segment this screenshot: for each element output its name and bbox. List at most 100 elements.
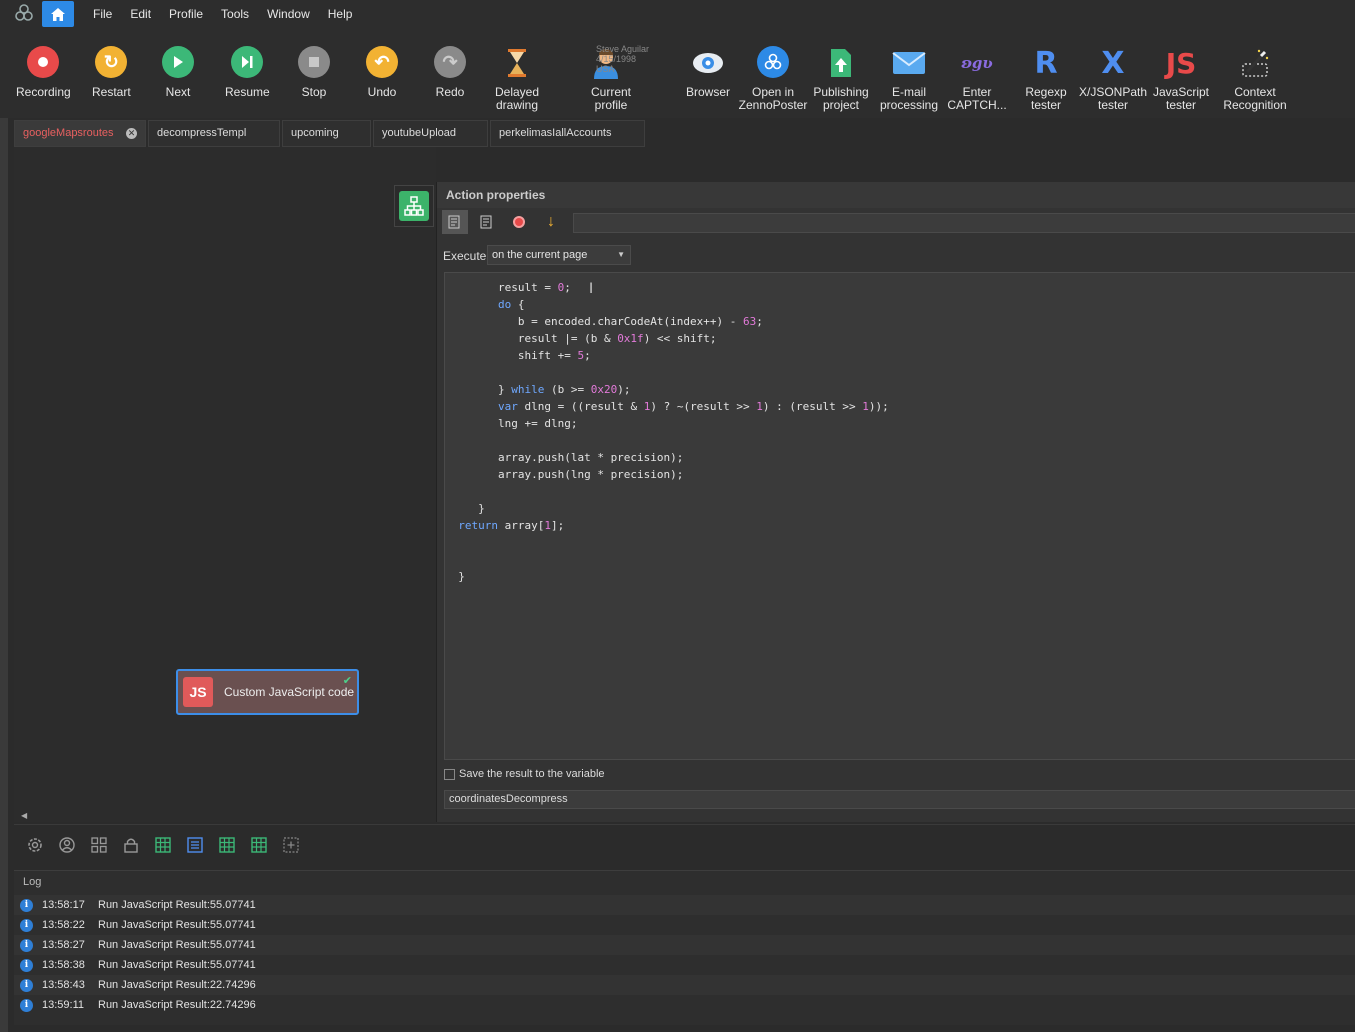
tab-label: googleMapsroutes (23, 127, 114, 139)
lock-icon[interactable] (121, 835, 141, 855)
chevron-down-icon: ▼ (617, 250, 625, 259)
save-checkbox[interactable] (444, 768, 455, 780)
profile-country: USA (596, 64, 615, 74)
log-time: 13:58:27 (42, 939, 85, 951)
restart-label: Restart (92, 85, 131, 99)
log-row[interactable]: i 13:58:27 Run JavaScript Result:55.0774… (14, 935, 1355, 955)
node-label: Custom JavaScript code (224, 684, 355, 699)
envelope-icon (891, 46, 927, 80)
eye-icon (690, 46, 726, 80)
settings-gear-icon[interactable] (25, 835, 45, 855)
tab-label: decompressTempl (157, 127, 247, 139)
log-time: 13:58:17 (42, 899, 85, 911)
email-processing-button[interactable]: E-mail processing (879, 46, 939, 112)
undo-button[interactable]: ↶ Undo (366, 46, 398, 99)
email-processing-label: E-mail processing (879, 85, 939, 112)
save-result-label: Save the result to the variable (459, 768, 605, 780)
enter-captcha-label: Enter CAPTCH... (947, 85, 1007, 112)
browser-button[interactable]: Browser (686, 46, 730, 99)
code-line: do { (497, 298, 525, 311)
close-icon[interactable]: ✕ (126, 128, 137, 139)
code-line: b = encoded.charCodeAt(index++) - 63; (445, 315, 763, 328)
add-frame-icon[interactable] (281, 835, 301, 855)
arrow-down-icon[interactable]: ↓ (538, 210, 564, 234)
home-button[interactable] (42, 1, 74, 27)
publishing-project-button[interactable]: Publishing project (813, 46, 869, 112)
resume-label: Resume (225, 85, 270, 99)
log-row[interactable]: i 13:58:38 Run JavaScript Result:55.0774… (14, 955, 1355, 975)
save-result-option[interactable]: Save the result to the variable (444, 768, 605, 780)
list-icon[interactable] (185, 835, 205, 855)
tab-decompresstempl[interactable]: decompressTempl (148, 120, 280, 147)
result-variable-field[interactable]: coordinatesDecompress (444, 790, 1355, 809)
properties-edit-icon[interactable] (474, 210, 500, 234)
resume-button[interactable]: Resume (225, 46, 270, 99)
grid-icon[interactable] (89, 835, 109, 855)
log-row[interactable]: i 13:59:11 Run JavaScript Result:22.7429… (14, 995, 1355, 1015)
regexp-tester-button[interactable]: R Regexp tester (1012, 46, 1080, 112)
custom-javascript-node[interactable]: JS Custom JavaScript code ✔ (176, 669, 359, 715)
log-row[interactable]: i 13:58:22 Run JavaScript Result:55.0774… (14, 915, 1355, 935)
action-tree-button[interactable] (394, 185, 434, 227)
panel-title: Action properties (437, 182, 1355, 208)
context-recognition-button[interactable]: Context Recognition (1223, 46, 1287, 112)
scroll-left-arrow[interactable]: ◀ (21, 811, 27, 820)
project-canvas[interactable] (14, 147, 436, 822)
captcha-icon: ʚgʋ (961, 53, 993, 72)
next-button[interactable]: Next (162, 46, 194, 99)
open-zennoposter-button[interactable]: Open in ZennoPoster (739, 46, 807, 112)
tab-label: youtubeUpload (382, 127, 457, 139)
tab-label: perkelimasIallAccounts (499, 127, 612, 139)
text-cursor-icon: I (589, 281, 594, 297)
tab-upcoming[interactable]: upcoming (282, 120, 371, 147)
redo-label: Redo (435, 85, 465, 99)
code-editor[interactable]: result = 0; do { b = encoded.charCodeAt(… (444, 272, 1355, 760)
info-icon: i (20, 938, 33, 952)
profile-date: 4/15/1998 (596, 54, 637, 64)
tab-youtubeupload[interactable]: youtubeUpload (373, 120, 488, 147)
xjsonpath-tester-button[interactable]: X X/JSONPath tester (1079, 45, 1147, 112)
tab-googlemapsroutes[interactable]: googleMapsroutes ✕ (14, 120, 146, 147)
log-row[interactable]: i 13:58:17 Run JavaScript Result:55.0774… (14, 895, 1355, 915)
stop-button[interactable]: Stop (298, 46, 330, 99)
enter-captcha-button[interactable]: ʚgʋ Enter CAPTCH... (947, 46, 1007, 112)
record-icon[interactable] (506, 210, 532, 234)
menu-profile[interactable]: Profile (160, 0, 212, 28)
redo-button[interactable]: ↷ Redo (434, 46, 466, 99)
table-icon[interactable] (153, 835, 173, 855)
log-message: Run JavaScript Result:55.07741 (98, 959, 256, 971)
action-name-field[interactable] (573, 213, 1355, 233)
undo-icon: ↶ (366, 46, 398, 78)
user-profile-icon[interactable] (57, 835, 77, 855)
hierarchy-icon (399, 191, 429, 221)
xpath-x-icon: X (1101, 45, 1125, 81)
log-row[interactable]: i 13:58:43 Run JavaScript Result:22.7429… (14, 975, 1355, 995)
restart-button[interactable]: ↻ Restart (92, 46, 131, 99)
undo-label: Undo (367, 85, 397, 99)
current-profile-label: Current profile (590, 85, 631, 112)
recording-button[interactable]: Recording (16, 46, 71, 99)
info-icon: i (20, 918, 33, 932)
log-message: Run JavaScript Result:55.07741 (98, 919, 256, 931)
js-icon: JS (1165, 46, 1197, 80)
menu-file[interactable]: File (84, 0, 121, 28)
javascript-tester-button[interactable]: JS JavaScript tester (1153, 46, 1209, 112)
menu-edit[interactable]: Edit (121, 0, 160, 28)
execute-dropdown[interactable]: on the current page ▼ (487, 245, 631, 265)
profile-name: Steve Aguilar (596, 44, 650, 54)
regexp-r-icon: R (1034, 45, 1058, 81)
tab-perkelimasiallaccounts[interactable]: perkelimasIallAccounts (490, 120, 645, 147)
menu-help[interactable]: Help (319, 0, 362, 28)
delayed-drawing-button[interactable]: Delayed drawing (495, 46, 539, 112)
log-time: 13:58:38 (42, 959, 85, 971)
menu-window[interactable]: Window (258, 0, 319, 28)
table-icon[interactable] (249, 835, 269, 855)
code-line: array.push(lat * precision); (445, 451, 684, 464)
table-icon[interactable] (217, 835, 237, 855)
properties-list-icon[interactable] (442, 210, 468, 234)
menu-tools[interactable]: Tools (212, 0, 258, 28)
log-message: Run JavaScript Result:55.07741 (98, 899, 256, 911)
